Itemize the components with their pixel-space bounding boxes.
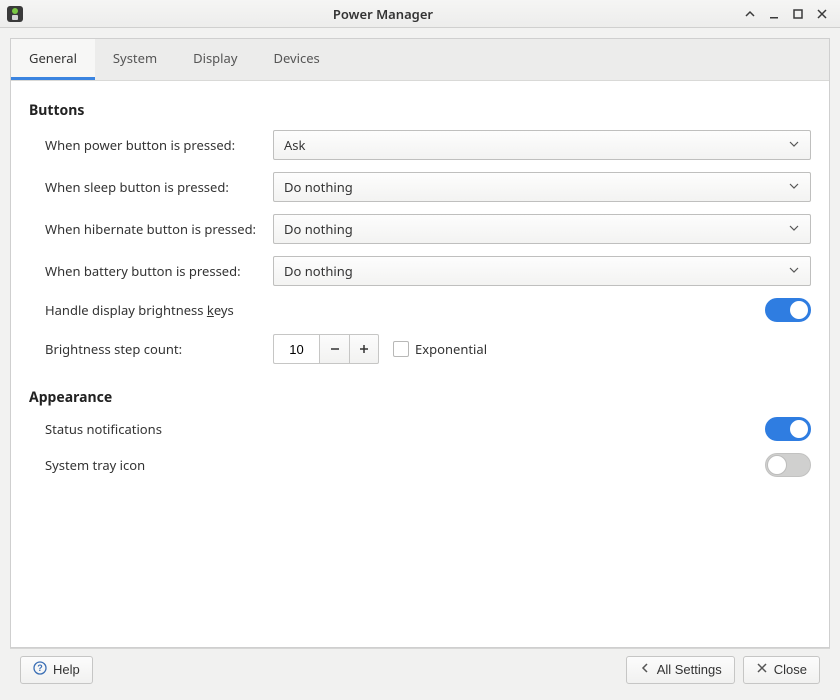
toggle-status-notifications[interactable] <box>765 417 811 441</box>
row-system-tray-icon: System tray icon <box>45 453 811 477</box>
label-battery-button: When battery button is pressed: <box>45 262 273 280</box>
section-heading-buttons: Buttons <box>29 101 811 120</box>
label-brightness-keys: Handle display brightness keys <box>45 301 273 319</box>
help-button[interactable]: ? Help <box>20 656 93 684</box>
footer: ? Help All Settings Close <box>10 648 830 690</box>
minimize-button[interactable] <box>766 6 782 22</box>
label-sleep-button: When sleep button is pressed: <box>45 178 273 196</box>
tab-label: Devices <box>273 49 319 67</box>
dropdown-power-button[interactable]: Ask <box>273 130 811 160</box>
label-power-button: When power button is pressed: <box>45 136 273 154</box>
row-status-notifications: Status notifications <box>45 417 811 441</box>
tab-system[interactable]: System <box>95 39 175 80</box>
dropdown-value: Ask <box>284 136 305 154</box>
row-brightness-keys: Handle display brightness keys <box>45 298 811 322</box>
tab-label: System <box>113 49 157 67</box>
window-title: Power Manager <box>30 5 736 23</box>
brightness-step-input[interactable] <box>273 334 319 364</box>
label-status-notifications: Status notifications <box>45 420 273 438</box>
help-icon: ? <box>33 661 47 678</box>
close-icon <box>756 662 768 677</box>
label-brightness-step: Brightness step count: <box>45 340 273 358</box>
step-up-button[interactable] <box>349 334 379 364</box>
window-controls <box>742 6 834 22</box>
titlebar: Power Manager <box>0 0 840 28</box>
toggle-knob <box>767 455 787 475</box>
content-general: Buttons When power button is pressed: As… <box>11 81 829 647</box>
button-label: Close <box>774 662 807 677</box>
toggle-knob <box>789 300 809 320</box>
checkbox-box <box>393 341 409 357</box>
row-brightness-step: Brightness step count: Exponential <box>45 334 811 364</box>
dropdown-value: Do nothing <box>284 262 353 280</box>
step-down-button[interactable] <box>319 334 349 364</box>
dropdown-value: Do nothing <box>284 178 353 196</box>
tabbar: General System Display Devices <box>11 39 829 81</box>
label-hibernate-button: When hibernate button is pressed: <box>45 220 273 238</box>
dropdown-value: Do nothing <box>284 220 353 238</box>
section-heading-appearance: Appearance <box>29 388 811 407</box>
dropdown-sleep-button[interactable]: Do nothing <box>273 172 811 202</box>
back-icon <box>639 662 651 677</box>
chevron-down-icon <box>788 220 800 238</box>
tab-label: Display <box>193 49 237 67</box>
app-icon <box>6 5 24 23</box>
checkbox-label: Exponential <box>415 340 487 358</box>
row-power-button: When power button is pressed: Ask <box>45 130 811 160</box>
svg-text:?: ? <box>37 663 43 673</box>
all-settings-button[interactable]: All Settings <box>626 656 735 684</box>
tab-general[interactable]: General <box>11 39 95 80</box>
maximize-button[interactable] <box>790 6 806 22</box>
toggle-brightness-keys[interactable] <box>765 298 811 322</box>
chevron-down-icon <box>788 262 800 280</box>
dropdown-hibernate-button[interactable]: Do nothing <box>273 214 811 244</box>
toggle-system-tray-icon[interactable] <box>765 453 811 477</box>
chevron-down-icon <box>788 178 800 196</box>
stepper-brightness-step <box>273 334 379 364</box>
label-system-tray-icon: System tray icon <box>45 456 273 474</box>
tab-label: General <box>29 49 77 67</box>
tab-devices[interactable]: Devices <box>255 39 337 80</box>
button-label: All Settings <box>657 662 722 677</box>
row-hibernate-button: When hibernate button is pressed: Do not… <box>45 214 811 244</box>
tab-display[interactable]: Display <box>175 39 255 80</box>
row-sleep-button: When sleep button is pressed: Do nothing <box>45 172 811 202</box>
toggle-knob <box>789 419 809 439</box>
close-button[interactable]: Close <box>743 656 820 684</box>
close-window-button[interactable] <box>814 6 830 22</box>
dropdown-battery-button[interactable]: Do nothing <box>273 256 811 286</box>
chevron-down-icon <box>788 136 800 154</box>
button-label: Help <box>53 662 80 677</box>
rollup-button[interactable] <box>742 6 758 22</box>
checkbox-exponential[interactable]: Exponential <box>393 340 487 358</box>
row-battery-button: When battery button is pressed: Do nothi… <box>45 256 811 286</box>
